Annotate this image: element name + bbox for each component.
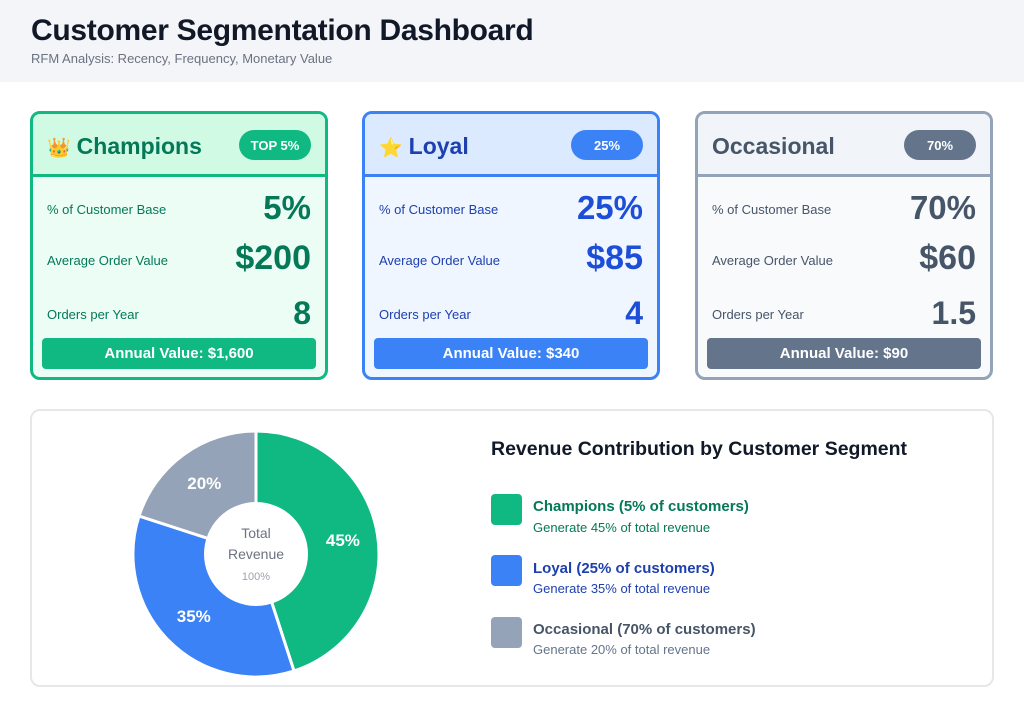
- customer-base-label: % of Customer Base: [47, 202, 167, 217]
- annual-value-bar: Annual Value: $90: [707, 338, 981, 369]
- orders-per-year-value: 4: [625, 295, 643, 331]
- customer-base-value: 5%: [263, 189, 311, 226]
- page-title: Customer Segmentation Dashboard: [31, 14, 534, 47]
- legend-swatch-champions: [491, 494, 522, 525]
- center-label-total: Total: [241, 525, 271, 541]
- annual-value-bar: Annual Value: $1,600: [42, 338, 316, 369]
- legend-name-champions: Champions (5% of customers): [533, 498, 749, 515]
- avg-order-value-label: Average Order Value: [47, 253, 168, 268]
- legend-name-loyal: Loyal (25% of customers): [533, 560, 715, 577]
- avg-order-value-value: $60: [919, 239, 976, 277]
- segment-badge: TOP 5%: [239, 130, 311, 160]
- orders-per-year-label: Orders per Year: [47, 307, 139, 322]
- segment-name: Loyal: [408, 133, 469, 159]
- legend-desc-champions: Generate 45% of total revenue: [533, 520, 711, 535]
- orders-per-year-value: 1.5: [931, 295, 976, 331]
- segment-card-loyal: ⭐ Loyal 25% % of Customer Base 25% Average …: [362, 111, 660, 380]
- avg-order-value-label: Average Order Value: [379, 253, 500, 268]
- pie-label-champions: 45%: [326, 531, 360, 550]
- segment-card-occasional: Occasional 70% % of Customer Base 70% Aver…: [695, 111, 993, 380]
- annual-value-bar: Annual Value: $340: [374, 338, 648, 369]
- avg-order-value-label: Average Order Value: [712, 253, 833, 268]
- customer-base-value: 25%: [576, 189, 643, 226]
- card-title: ⭐ Loyal: [379, 133, 469, 160]
- legend-desc-loyal: Generate 35% of total revenue: [533, 581, 711, 596]
- customer-base-value: 70%: [909, 189, 976, 226]
- segment-card-champions: 👑 Champions TOP 5% % of Customer Base 5% Av…: [30, 111, 328, 380]
- card-title: 👑 Champions: [47, 133, 202, 160]
- page-subtitle: RFM Analysis: Recency, Frequency, Moneta…: [31, 51, 333, 66]
- avg-order-value-value: $200: [235, 239, 311, 277]
- legend-swatch-loyal: [491, 555, 522, 586]
- orders-per-year-value: 8: [293, 295, 311, 331]
- segment-name: Champions: [76, 133, 202, 159]
- segment-name: Occasional: [712, 133, 835, 159]
- pie-label-loyal: 35%: [177, 607, 211, 626]
- card-header: Occasional 70%: [698, 114, 990, 177]
- orders-per-year-label: Orders per Year: [712, 307, 804, 322]
- card-header: 👑 Champions TOP 5%: [33, 114, 325, 177]
- chart-title: Revenue Contribution by Customer Segment: [491, 438, 908, 460]
- avg-order-value-value: $85: [586, 239, 643, 277]
- segment-badge: 70%: [904, 130, 976, 160]
- crown-icon: 👑: [47, 138, 71, 159]
- orders-per-year-label: Orders per Year: [379, 307, 471, 322]
- legend-name-occasional: Occasional (70% of customers): [533, 621, 756, 638]
- segment-badge: 25%: [571, 130, 643, 160]
- dashboard-header: Customer Segmentation Dashboard RFM Anal…: [0, 0, 1024, 82]
- legend-swatch-occasional: [491, 617, 522, 648]
- legend-desc-occasional: Generate 20% of total revenue: [533, 642, 711, 657]
- revenue-pie-chart: 45% 35% 20% Total Revenue 100%: [133, 431, 379, 677]
- card-header: ⭐ Loyal 25%: [365, 114, 657, 177]
- pie-label-occasional: 20%: [187, 474, 221, 493]
- customer-base-label: % of Customer Base: [379, 202, 499, 217]
- center-value: 100%: [242, 571, 270, 583]
- star-icon: ⭐: [379, 138, 403, 159]
- card-title: Occasional: [712, 133, 835, 160]
- customer-base-label: % of Customer Base: [712, 202, 832, 217]
- center-label-revenue: Revenue: [228, 546, 284, 562]
